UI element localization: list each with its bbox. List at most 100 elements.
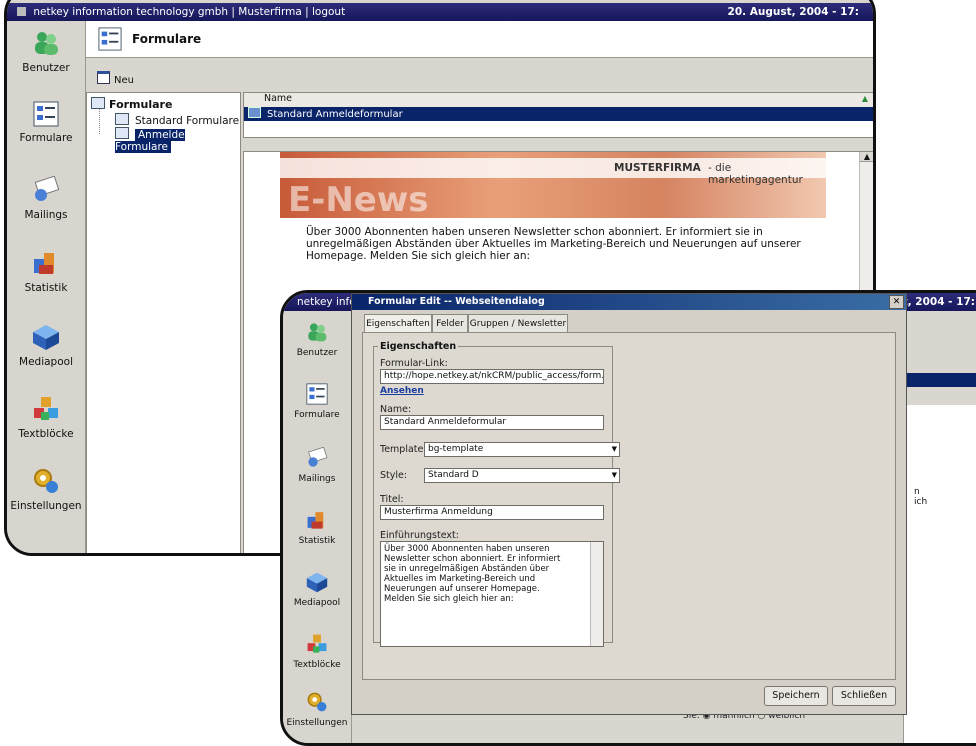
template-value: bg-template <box>428 444 484 454</box>
chart-icon <box>307 512 324 529</box>
nav-mailings[interactable]: Mailings <box>7 176 85 221</box>
nav-label: Benutzer <box>22 62 70 74</box>
banner-logo-text: E-News <box>288 180 429 220</box>
nav-benutzer[interactable]: Benutzer <box>7 29 85 74</box>
nav-label: Statistik <box>298 536 336 546</box>
users-icon <box>35 32 58 55</box>
blocks-icon <box>34 397 58 420</box>
preview-intro: Über 3000 Abonnenten haben unseren Newsl… <box>306 226 801 262</box>
save-button[interactable]: Speichern <box>764 686 828 706</box>
nav-statistik[interactable]: Statistik <box>7 249 85 294</box>
nav-einstellungen[interactable]: Einstellungen <box>283 691 351 728</box>
tab-bar: Eigenschaften Felder Gruppen / Newslette… <box>362 310 896 333</box>
box-icon <box>33 325 59 350</box>
nav-label: Statistik <box>24 282 68 294</box>
new-button[interactable]: Neu <box>97 71 134 86</box>
nav-label: Einstellungen <box>286 718 348 728</box>
blocks-icon <box>307 634 327 653</box>
close-label: Schließen <box>840 690 888 701</box>
chart-icon <box>34 253 54 274</box>
banner-topbar: MUSTERFIRMA - die marketingagentur <box>280 158 826 186</box>
title-label: Titel: <box>380 494 404 505</box>
style-label: Style: <box>380 470 408 481</box>
tree-item-selected[interactable]: Anmelde Formulare <box>115 127 240 153</box>
dialog-close-icon[interactable]: ✕ <box>889 295 904 309</box>
box-icon <box>306 572 328 593</box>
style-select[interactable]: Standard D ▼ <box>424 468 620 483</box>
name-field[interactable]: Standard Anmeldeformular <box>380 415 604 430</box>
scroll-up-icon[interactable]: ▲ <box>860 152 873 162</box>
bg-preview-strip: n ich <box>903 405 976 743</box>
nav-label: Einstellungen <box>10 500 82 512</box>
date-display: 20. August, 2004 - 17: <box>727 6 859 18</box>
preview-banner: MUSTERFIRMA - die marketingagentur E-New… <box>280 152 826 220</box>
section-header: Formulare <box>86 21 873 58</box>
nav-textbloecke[interactable]: Textblöcke <box>7 395 85 440</box>
bg-text-fragment: n <box>914 487 920 497</box>
tab-label: Eigenschaften <box>366 319 430 329</box>
dropdown-arrow-icon: ▼ <box>611 445 617 453</box>
nav-formulare[interactable]: Formulare <box>283 383 351 420</box>
tree-root-label: Formulare <box>109 98 173 111</box>
title-field[interactable]: Musterfirma Anmeldung <box>380 505 604 520</box>
form-icon <box>306 383 328 405</box>
nav-label: Mediapool <box>293 598 341 608</box>
nav-mediapool[interactable]: Mediapool <box>283 571 351 608</box>
new-label: Neu <box>114 75 134 86</box>
nav-label: Benutzer <box>296 348 338 358</box>
link-label: Formular-Link: <box>380 358 448 369</box>
link-field[interactable]: http://hope.netkey.at/nkCRM/public_acces… <box>380 369 604 384</box>
nav-benutzer[interactable]: Benutzer <box>283 321 351 358</box>
nav-label: Mailings <box>24 209 68 221</box>
group-title: Eigenschaften <box>380 341 457 352</box>
intro-textarea[interactable]: Über 3000 Abonnenten haben unseren Newsl… <box>380 541 604 647</box>
properties-group: Eigenschaften Formular-Link: http://hope… <box>373 341 620 647</box>
nav-einstellungen[interactable]: Einstellungen <box>7 467 85 512</box>
tab-gruppen[interactable]: Gruppen / Newsletter <box>468 314 568 333</box>
sort-arrow-icon[interactable]: ▲ <box>862 94 868 103</box>
bg-list-strip <box>903 373 976 387</box>
brand-name: MUSTERFIRMA <box>614 162 701 174</box>
close-button[interactable]: Schließen <box>832 686 896 706</box>
form-icon <box>33 101 59 127</box>
dropdown-arrow-icon: ▼ <box>611 471 617 479</box>
nav-textbloecke[interactable]: Textblöcke <box>283 633 351 670</box>
nav-label: Mediapool <box>19 356 73 368</box>
dialog-title: Formular Edit -- Webseitendialog <box>368 296 545 307</box>
nav-label: Textblöcke <box>18 428 74 440</box>
tree-item-label: Standard Formulare <box>135 115 240 127</box>
nav-label: Mailings <box>298 474 336 484</box>
template-select[interactable]: bg-template ▼ <box>424 442 620 457</box>
intro-label: Einführungstext: <box>380 530 459 541</box>
dialog-titlebar: Formular Edit -- Webseitendialog ✕ <box>352 294 906 310</box>
gear-icon <box>34 469 58 493</box>
tab-content: Eigenschaften Formular-Link: http://hope… <box>362 332 896 680</box>
window-title: netkey information technology gmbh | Mus… <box>33 6 346 18</box>
tree-item[interactable]: Standard Formulare <box>115 113 239 127</box>
forms-list: Name ▲ Standard Anmeldeformular <box>243 92 873 138</box>
form-icon <box>248 107 261 118</box>
tab-felder[interactable]: Felder <box>432 314 468 333</box>
new-icon <box>97 71 110 84</box>
mail-icon <box>34 176 60 201</box>
nav-label: Formulare <box>19 132 73 144</box>
name-label: Name: <box>380 404 412 415</box>
front-sidebar: Benutzer Formulare Mailings Statistik Me… <box>283 311 352 743</box>
front-window: netkey informa ust, 2004 - 17: Benutzer … <box>280 290 976 746</box>
nav-label: Textblöcke <box>293 660 341 670</box>
nav-mailings[interactable]: Mailings <box>283 447 351 484</box>
table-row[interactable]: Standard Anmeldeformular <box>244 107 873 121</box>
users-icon <box>308 323 327 342</box>
tab-label: Gruppen / Newsletter <box>469 319 567 329</box>
mail-icon <box>308 447 328 467</box>
textarea-scrollbar[interactable] <box>590 542 603 646</box>
tab-eigenschaften[interactable]: Eigenschaften <box>364 314 432 333</box>
view-link[interactable]: Ansehen <box>380 386 604 396</box>
nav-statistik[interactable]: Statistik <box>283 509 351 546</box>
template-label: Template: <box>380 444 427 455</box>
nav-formulare[interactable]: Formulare <box>7 101 85 144</box>
form-icon <box>115 127 129 139</box>
tree-lines <box>99 109 114 134</box>
nav-mediapool[interactable]: Mediapool <box>7 323 85 368</box>
list-header[interactable]: Name ▲ <box>244 93 873 108</box>
